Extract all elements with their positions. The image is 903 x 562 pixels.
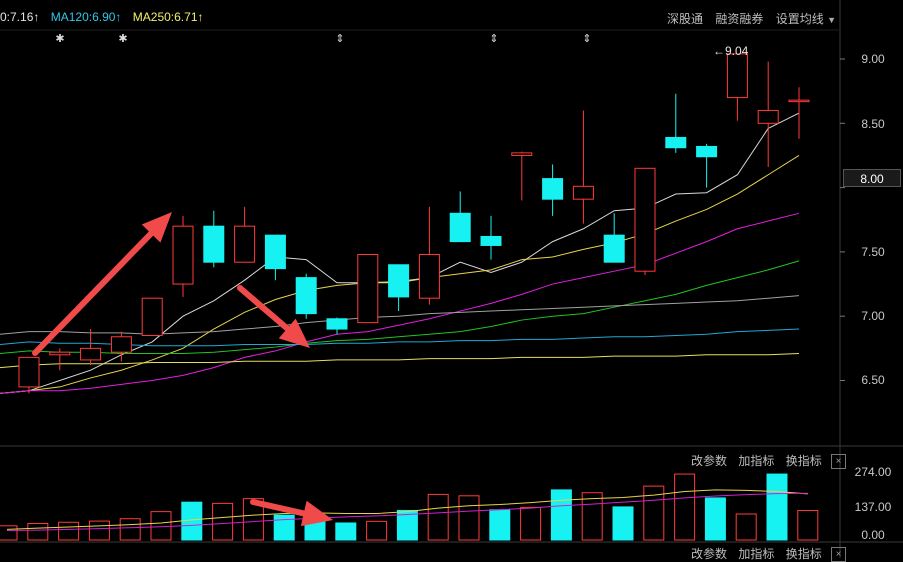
bottom-toolbar: 改参数 加指标 换指标 × xyxy=(691,545,847,562)
volume-bar xyxy=(550,489,572,541)
volume-bar xyxy=(366,520,388,541)
volume-switch-indicator-button[interactable]: 换指标 xyxy=(786,454,822,468)
ma-settings-button[interactable]: 设置均线 xyxy=(776,12,824,26)
event-marker-icon: ⇕ xyxy=(582,32,591,45)
bottom-edit-params-button[interactable]: 改参数 xyxy=(691,547,727,561)
volume-bar xyxy=(766,473,788,541)
volume-axis-label: 274.00 xyxy=(854,465,892,479)
volume-bar xyxy=(797,509,819,541)
ma-legend-item-short: 0:7.16↑ xyxy=(0,10,40,24)
volume-bar xyxy=(674,473,696,541)
candle-body xyxy=(172,225,194,285)
price-axis-label: 7.50 xyxy=(861,245,885,259)
price-axis-label: 9.00 xyxy=(861,52,885,66)
event-marker-icon: ✱ xyxy=(118,32,127,45)
volume-bar xyxy=(58,521,80,541)
candle-body xyxy=(18,356,40,388)
volume-bars xyxy=(0,473,819,541)
candle-body xyxy=(788,99,810,103)
shenguotong-button[interactable]: 深股通 xyxy=(667,12,703,26)
candle-body xyxy=(480,235,502,246)
stock-chart: ✱ ✱ ⇕ ⇕ ⇕ xyxy=(0,0,903,558)
volume-bar xyxy=(88,520,110,541)
event-marker-icon: ⇕ xyxy=(489,32,498,45)
high-price-annotation: ←9.04 xyxy=(713,44,748,58)
event-marker-icon: ⇕ xyxy=(335,32,344,45)
candle-body xyxy=(141,297,163,336)
volume-axis-label: 137.00 xyxy=(854,500,892,514)
candle-body xyxy=(388,264,410,298)
candle-body xyxy=(665,136,687,149)
volume-bar xyxy=(0,525,18,541)
volume-bar xyxy=(27,522,49,541)
current-price-badge: 8.00 xyxy=(843,169,901,187)
volume-add-indicator-button[interactable]: 加指标 xyxy=(738,454,774,468)
volume-axis-label: 0.00 xyxy=(861,528,885,542)
candle-body xyxy=(203,225,225,263)
volume-bar xyxy=(581,492,603,541)
bottom-switch-indicator-button[interactable]: 换指标 xyxy=(786,547,822,561)
candle-body xyxy=(572,185,594,200)
volume-bar xyxy=(489,509,511,541)
volume-toolbar: 改参数 加指标 换指标 × xyxy=(691,452,847,470)
candle-body xyxy=(603,234,625,263)
price-axis-label: 7.00 xyxy=(861,309,885,323)
bottom-add-indicator-button[interactable]: 加指标 xyxy=(738,547,774,561)
candle-body xyxy=(357,253,379,324)
price-axis-label: 6.50 xyxy=(861,373,885,387)
margin-trading-button[interactable]: 融资融券 xyxy=(715,12,763,26)
candle-body xyxy=(264,234,286,270)
candle-body xyxy=(696,145,718,158)
ma-legend-item-ma250: MA250:6.71↑ xyxy=(132,10,204,24)
volume-bar xyxy=(458,495,480,541)
annotation-arrow-shaft xyxy=(237,285,291,332)
candle-body xyxy=(634,167,656,272)
ma-line-ma60 xyxy=(0,295,800,335)
candle-body xyxy=(110,336,132,353)
ma-legend-item-ma120: MA120:6.90↑ xyxy=(50,10,122,24)
candlesticks xyxy=(18,53,810,394)
candle-body xyxy=(511,152,533,156)
arrow-left-icon: ← xyxy=(713,44,725,58)
candle-body xyxy=(326,318,348,330)
candle-body xyxy=(234,225,256,263)
top-toolbar: 深股通 融资融券 设置均线 ▼ xyxy=(667,10,836,27)
volume-bar xyxy=(212,502,234,541)
chevron-down-icon[interactable]: ▼ xyxy=(827,15,836,25)
volume-bar xyxy=(735,513,757,541)
candle-body xyxy=(449,212,471,243)
event-markers: ✱ ✱ ⇕ ⇕ ⇕ xyxy=(55,32,591,45)
high-price-value: 9.04 xyxy=(725,44,749,58)
volume-bar xyxy=(119,518,141,541)
candle-body xyxy=(542,178,564,200)
event-marker-icon: ✱ xyxy=(55,32,64,45)
candle-body xyxy=(49,351,71,356)
candle-body xyxy=(295,277,317,315)
close-icon[interactable]: × xyxy=(831,454,847,470)
candle-body xyxy=(757,109,779,124)
candle-body xyxy=(726,53,748,99)
volume-bar xyxy=(150,511,172,541)
ma-legend: 0:7.16↑ MA120:6.90↑ MA250:6.71↑ xyxy=(0,10,204,24)
candle-body xyxy=(80,347,102,361)
volume-bar xyxy=(335,522,357,541)
volume-bar xyxy=(520,506,542,541)
volume-bar xyxy=(704,497,726,541)
close-icon[interactable]: × xyxy=(831,547,847,562)
price-axis-label: 8.50 xyxy=(861,117,885,131)
annotation-arrow-shaft xyxy=(32,230,155,356)
volume-edit-params-button[interactable]: 改参数 xyxy=(691,454,727,468)
volume-bar xyxy=(427,493,449,541)
candle-body xyxy=(418,253,440,299)
volume-bar xyxy=(612,506,634,541)
